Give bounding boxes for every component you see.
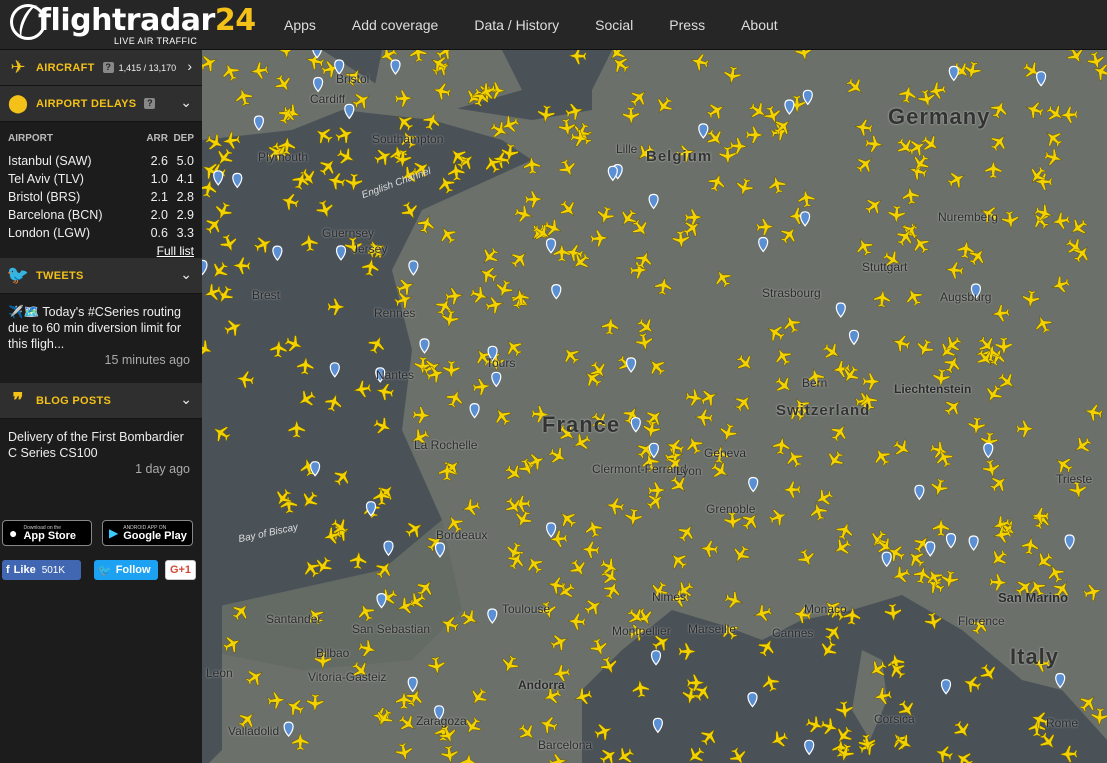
- aircraft-count: 1,415 / 13,170: [118, 62, 177, 73]
- blog-posts-panel-header[interactable]: ❞ BLOG POSTS ⌄: [0, 383, 202, 419]
- live-flight-map[interactable]: Germany France Switzerland Italy Belgium…: [202, 50, 1107, 763]
- col-airport: AIRPORT: [8, 133, 53, 144]
- full-list-link[interactable]: Full list: [8, 242, 194, 258]
- blog-posts-title: BLOG POSTS: [36, 394, 112, 407]
- blog-post-item[interactable]: Delivery of the First Bombardier C Serie…: [0, 419, 202, 485]
- app-store-badge[interactable]: ● Download on the App Store: [2, 520, 92, 546]
- main-nav: Apps Add coverage Data / History Social …: [266, 0, 796, 50]
- delays-table: AIRPORT ARR DEP Istanbul (SAW) 2.6 5.0 Tel…: [8, 130, 194, 242]
- apple-icon: ●: [9, 525, 18, 541]
- twitter-icon: 🐦: [98, 564, 112, 577]
- table-row[interactable]: Istanbul (SAW) 2.6 5.0: [8, 152, 194, 170]
- airport-delays-panel-header[interactable]: ⬤ AIRPORT DELAYS ? ⌄: [0, 86, 202, 122]
- nav-add-coverage[interactable]: Add coverage: [334, 0, 456, 50]
- nav-press[interactable]: Press: [651, 0, 723, 50]
- top-bar: flightradar24 LIVE AIR TRAFFIC Apps Add …: [0, 0, 1107, 50]
- table-row[interactable]: Barcelona (BCN) 2.0 2.9: [8, 206, 194, 224]
- table-row[interactable]: London (LGW) 0.6 3.3: [8, 224, 194, 242]
- aircraft-panel-header[interactable]: ✈ AIRCRAFT ? 1,415 / 13,170 ›: [0, 50, 202, 86]
- help-icon[interactable]: ?: [144, 98, 156, 109]
- google-plus-button[interactable]: G+1: [165, 560, 196, 580]
- chevron-down-icon[interactable]: ⌄: [180, 391, 192, 408]
- blog-post-text: Delivery of the First Bombardier C Serie…: [8, 430, 184, 460]
- table-row[interactable]: Tel Aviv (TLV) 1.0 4.1: [8, 170, 194, 188]
- tweets-panel-header[interactable]: 🐦 TWEETS ⌄: [0, 258, 202, 294]
- map-canvas[interactable]: [202, 50, 1107, 763]
- google-play-badge[interactable]: ▶ ANDROID APP ON Google Play: [102, 520, 193, 546]
- help-icon[interactable]: ?: [102, 62, 114, 73]
- bay-shade: [202, 350, 222, 763]
- quote-icon: ❞: [12, 390, 24, 412]
- blog-post-time: 1 day ago: [135, 462, 190, 476]
- chevron-right-icon[interactable]: ›: [187, 58, 192, 74]
- table-row[interactable]: Bristol (BRS) 2.1 2.8: [8, 188, 194, 206]
- col-dep: DEP: [173, 133, 194, 144]
- airport-delays-title: AIRPORT DELAYS: [36, 97, 137, 110]
- col-arr: ARR: [146, 133, 168, 144]
- social-buttons: f Like 501K 🐦 Follow G+1: [0, 560, 202, 582]
- logo-brand: flightradar24: [38, 3, 256, 38]
- facebook-icon: f: [6, 564, 10, 576]
- logo-tagline: LIVE AIR TRAFFIC: [114, 36, 198, 46]
- tweet-item[interactable]: ✈️🗺️ Today's #CSeries routing due to 60 …: [0, 294, 202, 383]
- nav-data-history[interactable]: Data / History: [456, 0, 577, 50]
- twitter-bird-icon: 🐦: [6, 265, 30, 285]
- tweets-title: TWEETS: [36, 269, 84, 282]
- chevron-down-icon[interactable]: ⌄: [180, 94, 192, 111]
- aircraft-title: AIRCRAFT: [36, 61, 95, 74]
- tweet-time: 15 minutes ago: [104, 353, 190, 367]
- delays-table-header: AIRPORT ARR DEP: [8, 130, 194, 152]
- nav-about[interactable]: About: [723, 0, 796, 50]
- nav-apps[interactable]: Apps: [266, 0, 334, 50]
- airplane-icon: ✈: [10, 57, 26, 77]
- play-icon: ▶: [109, 526, 119, 540]
- twitter-follow-button[interactable]: 🐦 Follow: [94, 560, 158, 580]
- chevron-down-icon[interactable]: ⌄: [180, 266, 192, 283]
- tweet-text: ✈️🗺️ Today's #CSeries routing due to 60 …: [8, 305, 181, 351]
- app-store-badges: ● Download on the App Store ▶ ANDROID APP…: [0, 520, 202, 550]
- location-pin-icon: ⬤: [7, 93, 29, 113]
- nav-social[interactable]: Social: [577, 0, 651, 50]
- flightradar24-logo[interactable]: flightradar24 LIVE AIR TRAFFIC: [8, 3, 256, 47]
- sidebar: ✈ AIRCRAFT ? 1,415 / 13,170 › ⬤ AIRPORT …: [0, 50, 202, 763]
- facebook-like-button[interactable]: f Like 501K: [2, 560, 81, 580]
- airport-delays-body: AIRPORT ARR DEP Istanbul (SAW) 2.6 5.0 Tel…: [0, 122, 202, 258]
